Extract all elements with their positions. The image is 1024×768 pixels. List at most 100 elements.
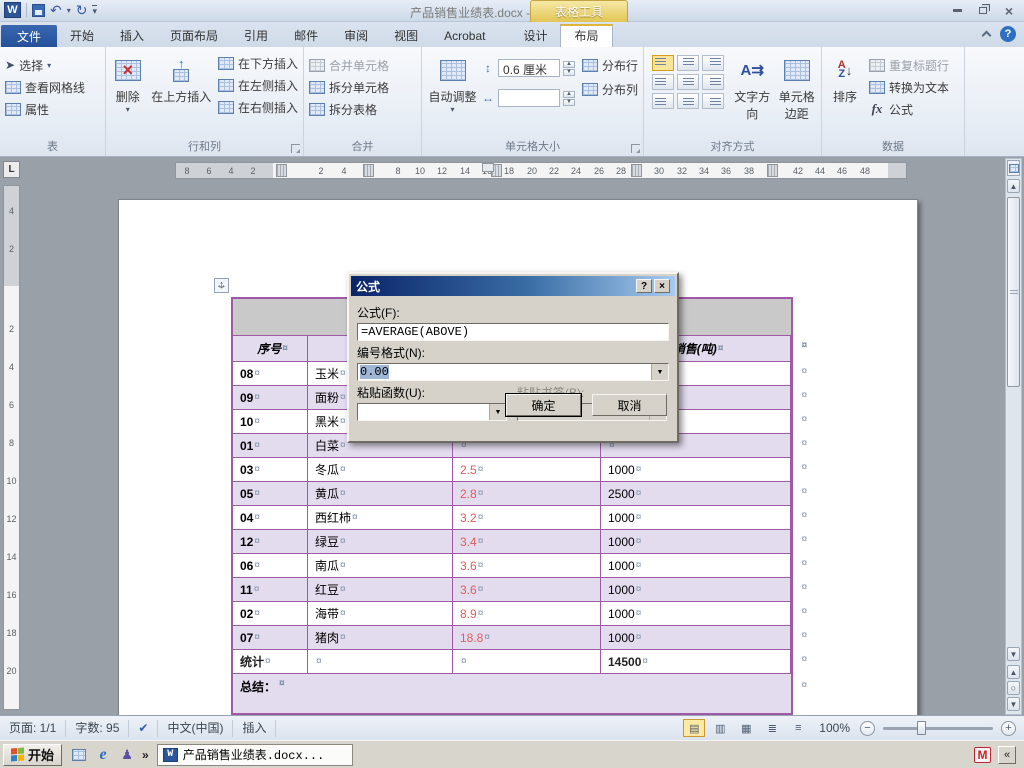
undo-dropdown-icon[interactable]: ▾ bbox=[67, 6, 71, 15]
horizontal-ruler[interactable]: 8642248101214161820222426283032343638424… bbox=[175, 162, 907, 179]
table-cell[interactable]: 04 ¤ bbox=[233, 506, 308, 529]
next-page-icon[interactable]: ▼ bbox=[1007, 697, 1020, 711]
scrollbar-thumb[interactable] bbox=[1007, 197, 1020, 387]
delete-button[interactable]: × 删除 ▾ bbox=[108, 50, 147, 140]
vertical-ruler[interactable]: 4 2 2 4 6 8 10 12 14 16 18 20 bbox=[3, 185, 20, 710]
align-bottom-left-button[interactable] bbox=[652, 93, 674, 109]
table-cell[interactable]: 冬瓜 ¤ bbox=[308, 458, 453, 481]
tray-collapse-icon[interactable]: « bbox=[998, 745, 1016, 764]
table-cell[interactable]: 西红柿 ¤ bbox=[308, 506, 453, 529]
table-cell[interactable]: 1000 ¤ bbox=[601, 530, 791, 553]
tab-page-layout[interactable]: 页面布局 bbox=[157, 25, 231, 47]
table-cell[interactable]: 14500 ¤ bbox=[601, 650, 791, 673]
table-cell[interactable]: 3.6 ¤ bbox=[453, 554, 601, 577]
table-cell[interactable]: 01 ¤ bbox=[233, 434, 308, 457]
tab-home[interactable]: 开始 bbox=[57, 25, 107, 47]
start-button[interactable]: 开始 bbox=[3, 743, 63, 766]
tab-layout[interactable]: 布局 bbox=[560, 24, 613, 47]
table-cell[interactable]: ¤ bbox=[453, 650, 601, 673]
word-count[interactable]: 字数: 95 bbox=[66, 719, 130, 737]
column-marker[interactable] bbox=[363, 164, 374, 177]
table-cell[interactable]: 06 ¤ bbox=[233, 554, 308, 577]
table-cell[interactable]: 3.6 ¤ bbox=[453, 578, 601, 601]
undo-icon[interactable]: ↶ bbox=[50, 3, 62, 17]
distribute-columns-button[interactable]: 分布列 bbox=[579, 80, 641, 98]
table-cell[interactable]: 3.2 ¤ bbox=[453, 506, 601, 529]
table-cell[interactable]: 10 ¤ bbox=[233, 410, 308, 433]
table-row[interactable]: 04 ¤ 西红柿 ¤ 3.2 ¤ 1000 ¤ ¤ bbox=[233, 505, 807, 529]
tab-design[interactable]: 设计 bbox=[510, 25, 560, 47]
table-row[interactable]: 02 ¤ 海带 ¤ 8.9 ¤ 1000 ¤ ¤ bbox=[233, 601, 807, 625]
ok-button[interactable]: 确定 bbox=[505, 393, 582, 417]
qat-more-icon[interactable]: ▾ bbox=[92, 5, 98, 16]
formula-input[interactable]: =AVERAGE(ABOVE) bbox=[357, 323, 669, 341]
ruler-toggle-icon[interactable] bbox=[1007, 160, 1020, 176]
split-cells-button[interactable]: 拆分单元格 bbox=[306, 76, 392, 98]
table-cell[interactable]: 2500 ¤ bbox=[601, 482, 791, 505]
table-cell[interactable]: 11 ¤ bbox=[233, 578, 308, 601]
properties-button[interactable]: 属性 bbox=[2, 98, 88, 120]
table-row[interactable]: 07 ¤ 猪肉 ¤ 18.8 ¤ 1000 ¤ ¤ bbox=[233, 625, 807, 649]
table-cell[interactable]: 猪肉 ¤ bbox=[308, 626, 453, 649]
combo-arrow-icon[interactable]: ▼ bbox=[489, 404, 506, 420]
scroll-down-icon[interactable]: ▼ bbox=[1007, 647, 1020, 661]
table-cell[interactable]: 绿豆 ¤ bbox=[308, 530, 453, 553]
table-cell[interactable]: 12 ¤ bbox=[233, 530, 308, 553]
table-cell[interactable]: 05 ¤ bbox=[233, 482, 308, 505]
dialog-launcher-icon[interactable] bbox=[631, 144, 640, 153]
print-layout-view-icon[interactable]: ▤ bbox=[683, 719, 706, 737]
table-cell[interactable]: 8.9 ¤ bbox=[453, 602, 601, 625]
cancel-button[interactable]: 取消 bbox=[592, 394, 667, 416]
table-row[interactable]: 05 ¤ 黄瓜 ¤ 2.8 ¤ 2500 ¤ ¤ bbox=[233, 481, 807, 505]
task-button-word[interactable]: W 产品销售业绩表.docx... bbox=[156, 743, 353, 766]
table-cell[interactable]: 3.4 ¤ bbox=[453, 530, 601, 553]
align-center-right-button[interactable] bbox=[702, 74, 724, 90]
tab-insert[interactable]: 插入 bbox=[107, 25, 157, 47]
collapse-ribbon-icon[interactable] bbox=[981, 30, 992, 41]
table-cell[interactable]: 南瓜 ¤ bbox=[308, 554, 453, 577]
tab-references[interactable]: 引用 bbox=[231, 25, 281, 47]
table-row[interactable]: 统计 ¤ ¤ ¤ 14500 ¤ ¤ bbox=[233, 649, 807, 673]
table-row[interactable]: 11 ¤ 红豆 ¤ 3.6 ¤ 1000 ¤ ¤ bbox=[233, 577, 807, 601]
web-layout-icon[interactable]: ▦ bbox=[735, 719, 757, 737]
zoom-slider[interactable] bbox=[883, 720, 993, 735]
previous-page-icon[interactable]: ▲ bbox=[1007, 665, 1020, 679]
quick-launch-overflow-icon[interactable]: » bbox=[142, 748, 149, 762]
table-cell[interactable]: 统计 ¤ bbox=[233, 650, 308, 673]
table-cell[interactable]: 18.8 ¤ bbox=[453, 626, 601, 649]
spellcheck-status[interactable]: ✔ bbox=[129, 719, 159, 737]
zoom-slider-thumb[interactable] bbox=[917, 720, 926, 735]
number-format-combo[interactable]: 0.00 ▼ bbox=[357, 363, 669, 381]
text-direction-button[interactable]: A⇉ 文字方向 bbox=[730, 50, 775, 140]
table-cell[interactable]: 黄瓜 ¤ bbox=[308, 482, 453, 505]
column-marker[interactable] bbox=[631, 164, 642, 177]
repeat-header-rows-button[interactable]: 重复标题行 bbox=[866, 54, 952, 76]
column-width-spinner[interactable]: ▲ ▼ bbox=[563, 90, 575, 106]
minimize-button[interactable] bbox=[948, 4, 966, 17]
table-cell[interactable]: 1000 ¤ bbox=[601, 578, 791, 601]
insert-above-button[interactable]: ↑ 在上方插入 bbox=[147, 50, 215, 140]
zoom-in-icon[interactable]: + bbox=[1001, 720, 1016, 736]
table-row[interactable]: 06 ¤ 南瓜 ¤ 3.6 ¤ 1000 ¤ ¤ bbox=[233, 553, 807, 577]
insert-left-button[interactable]: 在左侧插入 bbox=[215, 74, 301, 96]
table-cell[interactable]: 02 ¤ bbox=[233, 602, 308, 625]
table-cell[interactable]: 1000 ¤ bbox=[601, 506, 791, 529]
help-icon[interactable]: ? bbox=[1000, 26, 1016, 42]
input-method-icon[interactable]: M bbox=[974, 746, 991, 763]
outline-view-icon[interactable]: ≣ bbox=[761, 719, 783, 737]
align-top-left-button[interactable] bbox=[652, 55, 674, 71]
align-center-left-button[interactable] bbox=[652, 74, 674, 90]
combo-arrow-icon[interactable]: ▼ bbox=[651, 364, 668, 380]
table-cell[interactable]: 07 ¤ bbox=[233, 626, 308, 649]
table-cell[interactable]: 红豆 ¤ bbox=[308, 578, 453, 601]
save-icon[interactable] bbox=[32, 3, 45, 17]
word-logo-icon[interactable]: W bbox=[4, 2, 21, 18]
distribute-rows-button[interactable]: 分布行 bbox=[579, 56, 641, 74]
language-indicator[interactable]: 中文(中国) bbox=[158, 719, 234, 737]
page-indicator[interactable]: 页面: 1/1 bbox=[0, 719, 67, 737]
insert-below-button[interactable]: 在下方插入 bbox=[215, 52, 301, 74]
indent-marker[interactable] bbox=[482, 163, 494, 172]
convert-to-text-button[interactable]: 转换为文本 bbox=[866, 76, 952, 98]
zoom-level[interactable]: 100% bbox=[819, 721, 850, 735]
table-summary-row[interactable]: 总结： ¤ ¤ bbox=[233, 673, 807, 713]
